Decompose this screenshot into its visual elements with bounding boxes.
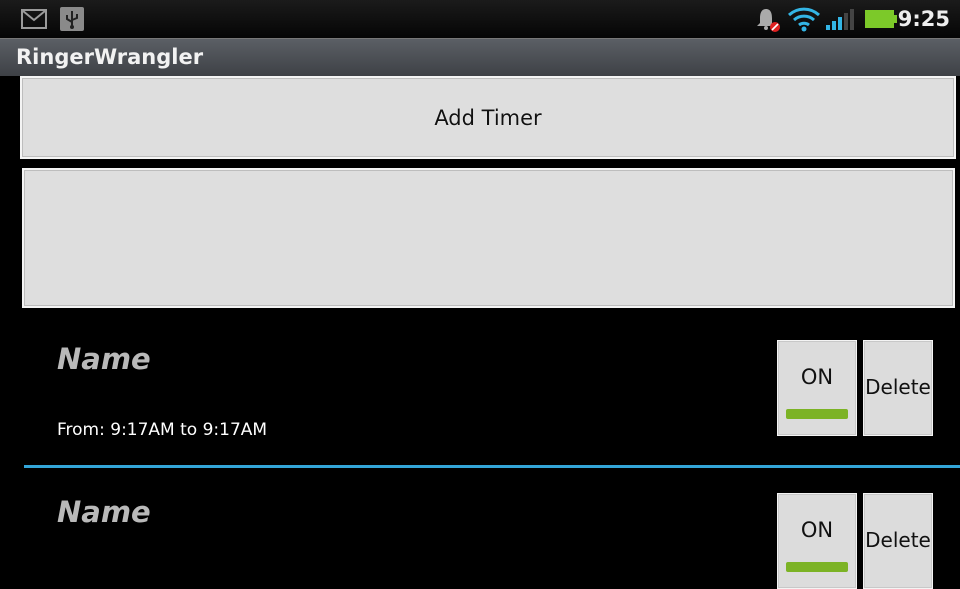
ringer-muted-icon <box>757 9 780 32</box>
timer-row: Name From: 9:17AM to 9:17AM ON Delete <box>0 320 960 465</box>
signal-icon <box>826 9 854 30</box>
wifi-icon <box>787 7 821 32</box>
timer-name: Name <box>57 342 151 376</box>
delete-button[interactable]: Delete <box>863 340 933 436</box>
delete-button[interactable]: Delete <box>863 493 933 589</box>
app-title: RingerWrangler <box>16 45 204 69</box>
delete-label: Delete <box>865 528 931 552</box>
timer-row: Name ON Delete <box>0 473 960 589</box>
timer-name: Name <box>57 495 151 529</box>
delete-label: Delete <box>865 375 931 399</box>
add-timer-button[interactable]: Add Timer <box>20 76 956 159</box>
timer-editor-panel[interactable] <box>22 168 955 308</box>
status-bar: 9:25 <box>0 0 960 38</box>
toggle-indicator <box>786 409 848 419</box>
battery-icon <box>865 10 897 28</box>
on-toggle-button[interactable]: ON <box>777 493 857 589</box>
action-bar: RingerWrangler <box>0 38 960 76</box>
timer-range: From: 9:17AM to 9:17AM <box>57 420 268 440</box>
toggle-indicator <box>786 562 848 572</box>
toggle-label: ON <box>800 518 834 542</box>
on-toggle-button[interactable]: ON <box>777 340 857 436</box>
gmail-icon <box>21 9 47 29</box>
list-divider <box>24 465 960 468</box>
usb-icon <box>60 7 84 31</box>
status-time: 9:25 <box>897 7 950 31</box>
toggle-label: ON <box>800 365 834 389</box>
